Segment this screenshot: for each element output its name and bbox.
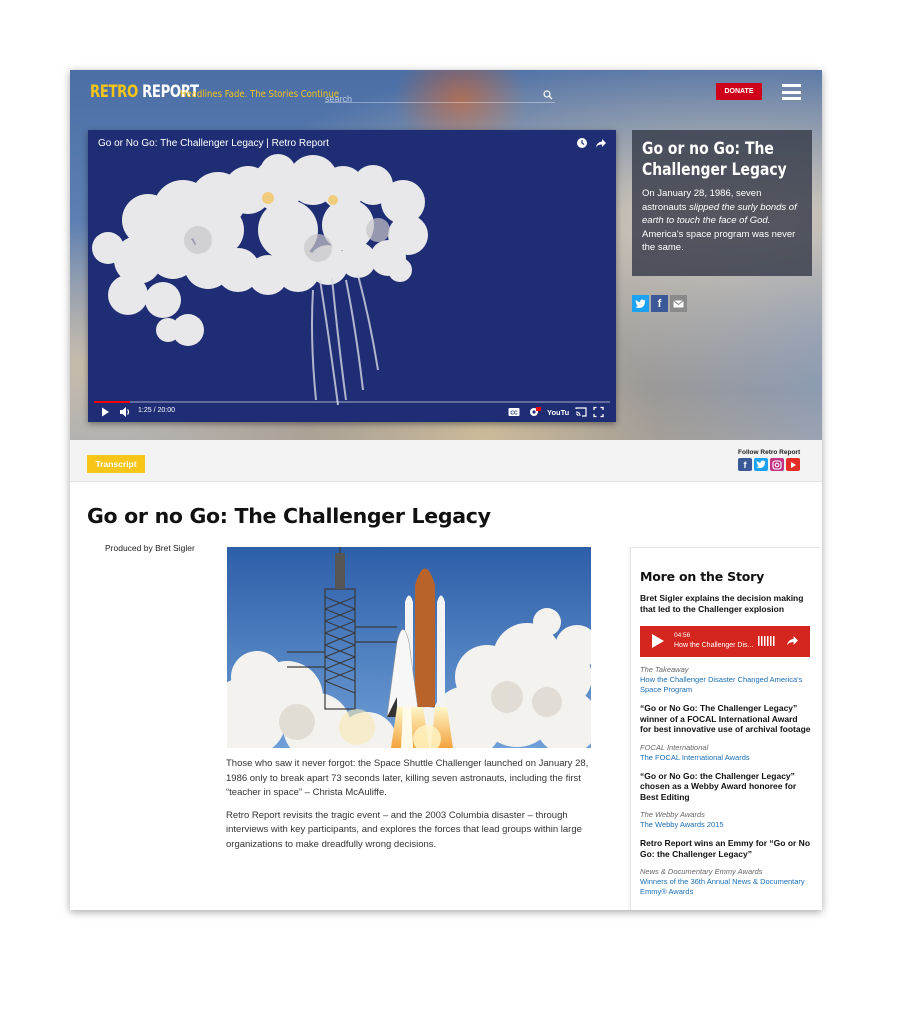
sidebar-heading: More on the Story	[640, 569, 765, 584]
search-icon[interactable]	[543, 90, 553, 100]
video-frame	[88, 130, 616, 422]
facebook-share-icon[interactable]: f	[651, 295, 668, 312]
play-icon[interactable]	[101, 406, 110, 418]
transcript-button[interactable]: Transcript	[87, 455, 145, 473]
share-buttons: f	[632, 295, 687, 312]
youtube-label: YouTube	[547, 408, 569, 417]
page-frame: RETRO REPORT Headlines Fade. The Stories…	[70, 70, 822, 910]
audio-play-icon[interactable]	[652, 634, 664, 648]
audio-share-icon[interactable]	[786, 634, 799, 647]
search-bar	[325, 89, 555, 104]
story-link[interactable]: The FOCAL International Awards	[640, 753, 811, 763]
byline: Produced by Bret Sigler	[105, 543, 195, 553]
captions-icon[interactable]: CC	[508, 406, 520, 418]
video-progress-bar[interactable]	[94, 401, 610, 403]
instagram-icon[interactable]	[770, 458, 784, 471]
article-title: Go or no Go: The Challenger Legacy	[87, 504, 491, 528]
youtube-logo-icon[interactable]: YouTube	[547, 406, 569, 418]
hamburger-menu-icon[interactable]	[782, 84, 801, 100]
shuttle-launch-photo	[227, 547, 591, 748]
story-headline: “Go or No Go: The Challenger Legacy” win…	[640, 703, 811, 734]
twitter-share-icon[interactable]	[632, 295, 649, 312]
story-source: The Webby Awards	[640, 810, 705, 819]
video-player[interactable]: Go or No Go: The Challenger Legacy | Ret…	[88, 130, 616, 422]
logo-retro: RETRO	[90, 82, 138, 102]
story-item: Retro Report wins an Emmy for “Go or No …	[640, 838, 811, 897]
story-link[interactable]: How the Challenger Disaster Changed Amer…	[640, 675, 811, 695]
waveform-icon	[758, 636, 775, 646]
video-title: Go or No Go: The Challenger Legacy | Ret…	[98, 138, 329, 149]
article-paragraph: Those who saw it never forgot: the Space…	[226, 758, 589, 798]
story-item: “Go or No Go: the Challenger Legacy” cho…	[640, 771, 811, 831]
facebook-icon[interactable]: f	[738, 458, 752, 471]
svg-text:CC: CC	[510, 410, 518, 416]
audio-player[interactable]: 04:56 How the Challenger Dis...	[640, 626, 810, 657]
follow-icons: f	[738, 458, 800, 471]
youtube-icon[interactable]	[786, 458, 800, 471]
story-item: “Go or No Go: The Challenger Legacy” win…	[640, 703, 811, 763]
volume-icon[interactable]	[119, 406, 131, 418]
fullscreen-icon[interactable]	[593, 406, 604, 418]
donate-button[interactable]: DONATE	[716, 83, 762, 100]
story-link[interactable]: Winners of the 36th Annual News & Docume…	[640, 877, 811, 897]
article-body: Those who saw it never forgot: the Space…	[226, 757, 598, 860]
cast-icon[interactable]	[575, 406, 587, 418]
video-progress-fill	[94, 401, 131, 403]
toolbar-strip: Transcript Follow Retro Report f	[70, 440, 822, 482]
email-share-icon[interactable]	[670, 295, 687, 312]
story-source: The Takeaway	[640, 665, 689, 674]
audio-title: How the Challenger Dis...	[674, 642, 754, 649]
video-time: 1:25 / 20:00	[138, 407, 175, 414]
story-headline: Retro Report wins an Emmy for “Go or No …	[640, 838, 811, 859]
info-title: Go or no Go: The Challenger Legacy	[642, 139, 787, 180]
video-controls: 1:25 / 20:00 CC YouTube	[88, 406, 616, 420]
more-on-story-sidebar: More on the Story Bret Sigler explains t…	[630, 547, 820, 910]
info-description: On January 28, 1986, seven astronauts sl…	[642, 188, 797, 253]
search-input[interactable]	[325, 94, 525, 104]
share-icon[interactable]	[595, 137, 607, 149]
story-item: The Takeaway How the Challenger Disaster…	[640, 665, 811, 695]
story-link[interactable]: The Webby Awards 2015	[640, 820, 811, 830]
tagline: Headlines Fade. The Stories Continue	[180, 89, 339, 100]
follow-label: Follow Retro Report	[738, 449, 801, 456]
story-source: FOCAL International	[640, 742, 709, 752]
settings-gear-icon[interactable]	[528, 406, 541, 418]
video-info-box: Go or no Go: The Challenger Legacy On Ja…	[632, 130, 812, 276]
twitter-icon[interactable]	[754, 458, 768, 471]
article-paragraph: Retro Report revisits the tragic event –…	[226, 809, 582, 850]
story-headline: “Go or No Go: the Challenger Legacy” cho…	[640, 770, 797, 802]
audio-duration: 04:56	[674, 632, 691, 639]
story-source: News & Documentary Emmy Awards	[640, 867, 763, 876]
watch-later-icon[interactable]	[576, 137, 588, 149]
sidebar-lead: Bret Sigler explains the decision making…	[640, 593, 804, 614]
hero-banner: RETRO REPORT Headlines Fade. The Stories…	[70, 70, 822, 440]
